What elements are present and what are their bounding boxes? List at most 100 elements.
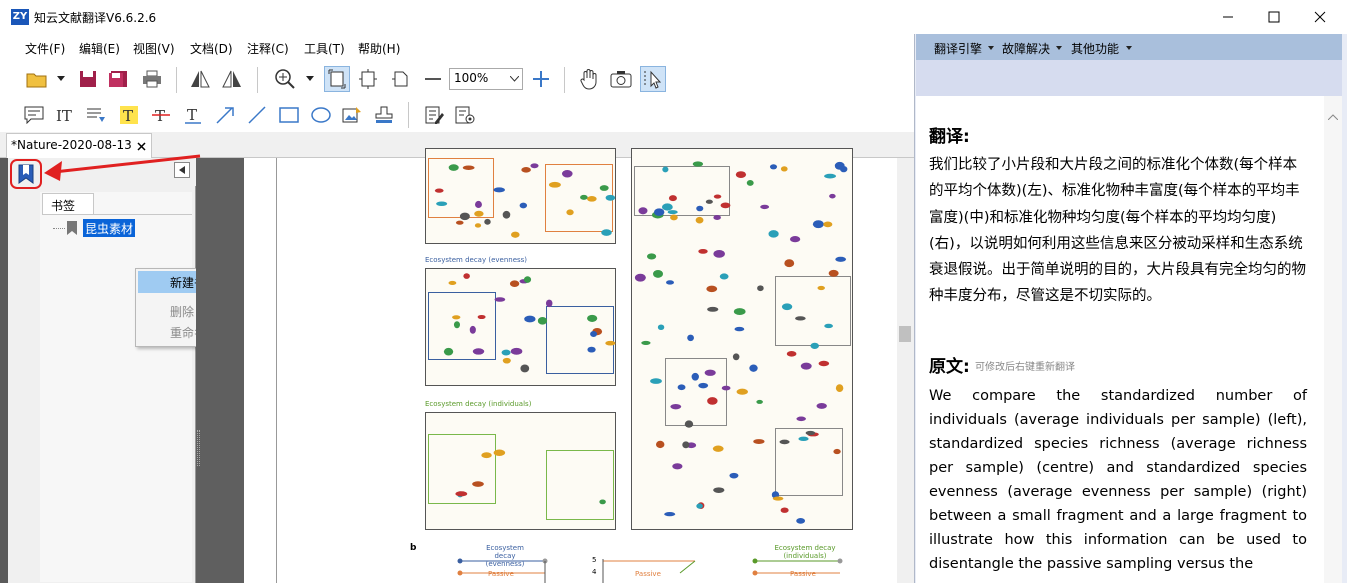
insect-glyph — [698, 248, 708, 254]
insect-glyph — [677, 384, 686, 391]
insect-glyph — [705, 199, 713, 204]
menu-help[interactable]: 帮助(H) — [358, 40, 400, 57]
insect-glyph — [796, 517, 806, 524]
insect-glyph — [537, 317, 548, 325]
insect-glyph — [520, 364, 530, 373]
menu-tools[interactable]: 工具(T) — [304, 40, 345, 57]
zoom-in-plus-button[interactable] — [528, 66, 554, 92]
highlight-button[interactable]: T — [116, 102, 142, 128]
actual-size-button[interactable] — [388, 66, 414, 92]
save-as-button[interactable] — [105, 66, 131, 92]
save-button[interactable] — [75, 66, 101, 92]
snapshot-button[interactable] — [608, 66, 634, 92]
mini-charts — [457, 558, 843, 583]
fit-page-button[interactable] — [324, 66, 350, 92]
chevron-up-icon[interactable] — [1328, 114, 1338, 120]
insect-glyph — [634, 273, 646, 282]
fit-width-button[interactable] — [355, 66, 381, 92]
insect-glyph — [810, 342, 819, 349]
chevron-down-icon — [510, 76, 519, 82]
svg-text:T: T — [123, 107, 133, 125]
note-button[interactable] — [21, 102, 47, 128]
insect-glyph — [707, 306, 719, 312]
menu-annotation[interactable]: 注释(C) — [247, 40, 289, 57]
underline-button[interactable]: T — [180, 102, 206, 128]
insect-glyph — [729, 472, 739, 479]
open-dropdown[interactable] — [54, 66, 68, 92]
menu-troubleshoot[interactable]: 故障解决 — [1002, 40, 1050, 57]
svg-text:IT: IT — [56, 107, 72, 124]
maximize-button[interactable] — [1251, 0, 1297, 34]
splitter-handle[interactable] — [197, 430, 200, 466]
arrow-button[interactable] — [212, 102, 238, 128]
minus-icon — [425, 78, 441, 80]
translation-scrollbar[interactable] — [1324, 96, 1342, 583]
line-button[interactable] — [244, 102, 270, 128]
print-button[interactable] — [139, 66, 165, 92]
insect-glyph — [641, 340, 651, 345]
ellipse-button[interactable] — [308, 102, 334, 128]
rotate-right-button[interactable] — [219, 66, 245, 92]
insect-glyph — [757, 285, 764, 292]
document-scrollbar[interactable] — [897, 158, 914, 583]
tick-label: 4 — [592, 568, 597, 576]
chevron-down-icon — [1056, 46, 1062, 50]
menu-file[interactable]: 文件(F) — [25, 40, 65, 57]
edit-annotation-button[interactable] — [421, 102, 447, 128]
select-tool-button[interactable] — [640, 66, 666, 92]
text-select-button[interactable]: IT — [52, 102, 78, 128]
insect-glyph — [530, 163, 539, 169]
menu-view[interactable]: 视图(V) — [133, 40, 175, 57]
insect-glyph — [696, 503, 703, 509]
highlight-icon: T — [120, 106, 138, 125]
fit-width-icon — [359, 69, 377, 89]
zoom-in-button[interactable] — [272, 66, 298, 92]
zoom-select[interactable]: 100% — [449, 68, 523, 90]
settings-document-icon — [455, 106, 475, 124]
open-button[interactable] — [24, 66, 50, 92]
source-text-editor[interactable]: We compare the standardized number of in… — [929, 384, 1307, 576]
zoom-dropdown[interactable] — [303, 66, 317, 92]
insect-glyph — [443, 347, 454, 356]
insect-glyph — [452, 315, 461, 320]
rotate-right-icon — [222, 70, 241, 88]
zoom-out-button[interactable] — [420, 66, 446, 92]
line-icon — [248, 106, 266, 124]
text-box-button[interactable] — [83, 102, 109, 128]
rotate-left-button[interactable] — [187, 66, 213, 92]
insect-glyph — [824, 173, 836, 179]
insect-glyph — [494, 297, 506, 302]
bookmark-item[interactable]: 昆虫素材 — [83, 219, 136, 237]
close-button[interactable] — [1297, 0, 1343, 34]
annotation-manager-button[interactable] — [452, 102, 478, 128]
insect-glyph — [580, 194, 588, 200]
insect-glyph — [817, 285, 825, 291]
hand-tool-button[interactable] — [576, 66, 602, 92]
stamp-button[interactable] — [371, 102, 397, 128]
insect-glyph — [587, 196, 597, 202]
insect-glyph — [816, 402, 827, 409]
insect-glyph — [653, 208, 665, 216]
rectangle-button[interactable] — [276, 102, 302, 128]
minimize-button[interactable] — [1205, 0, 1251, 34]
insect-glyph — [795, 316, 806, 321]
insect-glyph — [732, 353, 740, 361]
folder-open-icon — [26, 73, 47, 88]
collapse-panel-button[interactable] — [174, 162, 190, 178]
fit-page-icon — [328, 69, 346, 89]
window-title: 知云文献翻译V6.6.2.6 — [34, 11, 157, 25]
menu-translation-engine[interactable]: 翻译引擎 — [934, 40, 982, 57]
image-button[interactable] — [339, 102, 365, 128]
insect-glyph — [784, 259, 795, 268]
svg-text:T: T — [155, 107, 165, 125]
insect-glyph — [474, 210, 484, 217]
toolbar-separator — [408, 102, 409, 128]
strikeout-button[interactable]: T — [148, 102, 174, 128]
tab-bookmarks[interactable]: 书签 — [42, 193, 94, 215]
scrollbar-thumb[interactable] — [899, 326, 911, 342]
menu-document[interactable]: 文档(D) — [190, 40, 233, 57]
insect-glyph — [548, 181, 561, 188]
menu-other-functions[interactable]: 其他功能 — [1071, 40, 1119, 57]
insect-glyph — [657, 324, 665, 331]
menu-edit[interactable]: 编辑(E) — [79, 40, 120, 57]
